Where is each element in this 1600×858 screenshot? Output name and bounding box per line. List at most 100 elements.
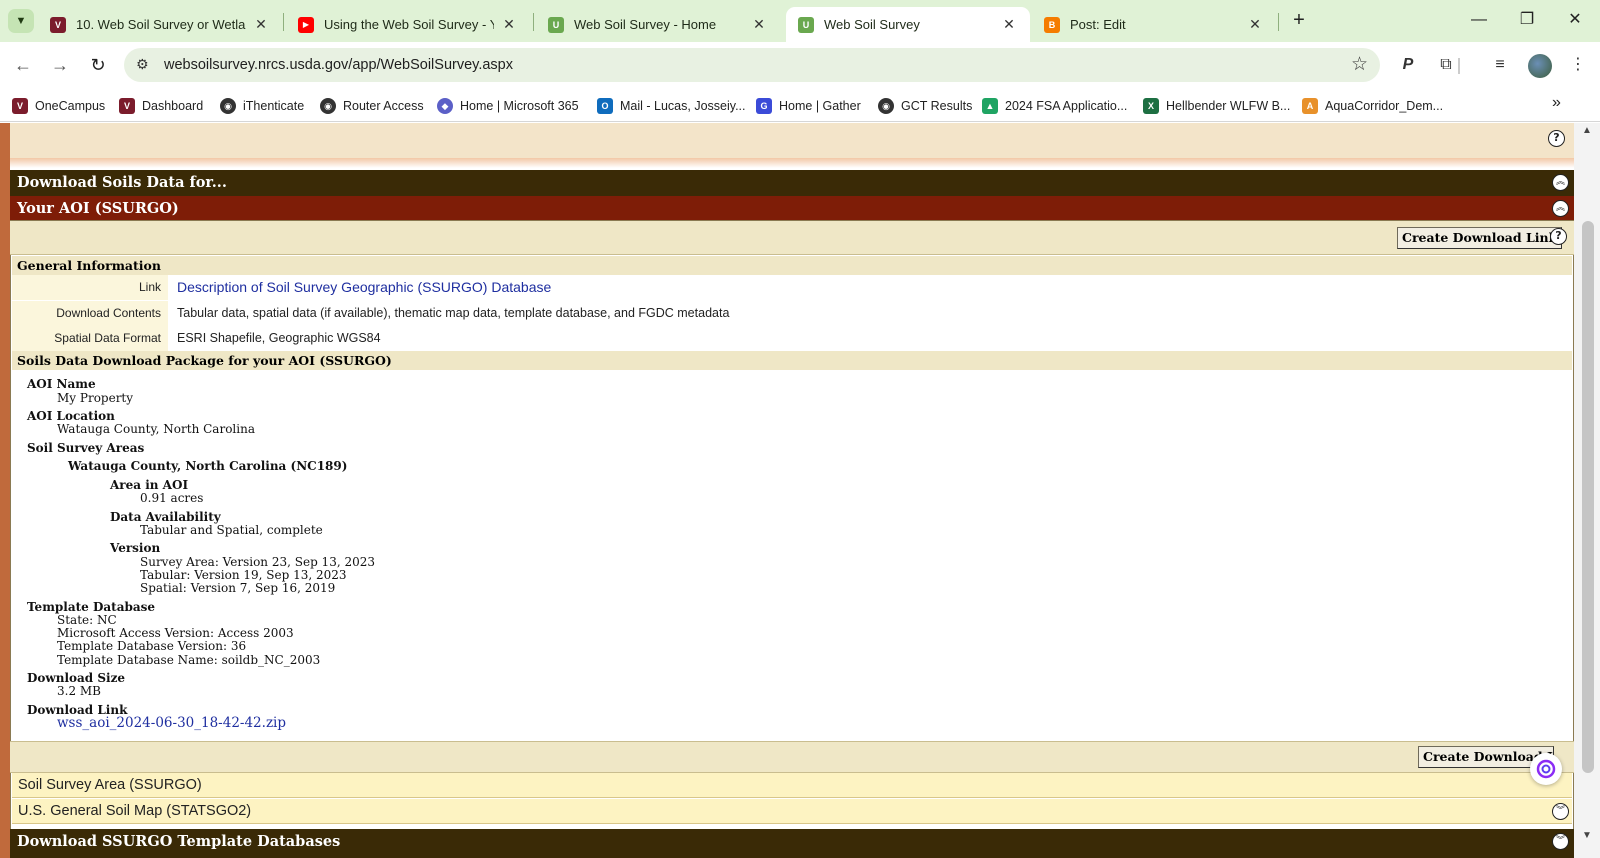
url-text[interactable]: websoilsurvey.nrcs.usda.gov/app/WebSoilS… [164, 57, 513, 73]
bookmark-onecampus[interactable]: V OneCampus [12, 96, 105, 116]
download-package-title: Soils Data Download Package for your AOI… [12, 351, 1572, 370]
scroll-up-arrow-icon[interactable]: ▲ [1582, 125, 1592, 136]
help-icon[interactable]: ? [1550, 228, 1567, 245]
bookmark-star-icon[interactable]: ☆ [1351, 53, 1368, 76]
bookmark-gather[interactable]: G Home | Gather [756, 96, 861, 116]
data-availability-value: Tabular and Spatial, complete [140, 523, 323, 537]
ai-assistant-icon[interactable] [1530, 753, 1562, 785]
back-button[interactable]: ← [10, 53, 36, 79]
bookmark-dashboard[interactable]: V Dashboard [119, 96, 203, 116]
bookmark-label: Dashboard [142, 99, 204, 113]
template-db-version: Template Database Version: 36 [57, 639, 247, 653]
aoi-name-value: My Property [57, 391, 134, 405]
bookmarks-bar: V OneCampus V Dashboard ◉ iThenticate ◉ Rout… [0, 88, 1600, 122]
template-state: State: NC [57, 613, 117, 627]
version-label: Version [110, 541, 161, 555]
reload-button[interactable]: ↻ [85, 53, 111, 79]
aoi-location-value: Watauga County, North Carolina [57, 422, 255, 436]
outlook-icon: O [597, 98, 613, 114]
template-database-label: Template Database [27, 600, 156, 614]
bookmark-label: iThenticate [243, 99, 305, 113]
profile-avatar[interactable] [1528, 54, 1552, 78]
vt-icon: V [12, 98, 28, 114]
info-row-format: Spatial Data Format ESRI Shapefile, Geog… [12, 326, 1572, 351]
info-label: Download Contents [12, 301, 168, 326]
minimize-button[interactable]: — [1456, 0, 1502, 42]
bookmark-microsoft-365[interactable]: ◆ Home | Microsoft 365 [437, 96, 579, 116]
tab-web-soil-survey-home[interactable]: U Web Soil Survey - Home ✕ [536, 7, 780, 42]
collapse-chevron-icon[interactable]: ︽ [1552, 200, 1569, 217]
bookmark-label: Mail - Lucas, Josseiy... [620, 99, 746, 113]
scrollbar-thumb[interactable] [1582, 221, 1594, 773]
more-menu-icon[interactable]: ⋮ [1566, 54, 1590, 78]
general-soil-map-statsgo2-section[interactable]: U.S. General Soil Map (STATSGO2) [12, 799, 1572, 824]
soil-survey-area-ssurgo-section[interactable]: Soil Survey Area (SSURGO) [12, 773, 1572, 798]
bookmark-hellbender[interactable]: X Hellbender WLFW B... [1143, 96, 1290, 116]
aoi-name-label: AOI Name [27, 377, 96, 391]
tab-post-edit[interactable]: B Post: Edit ✕ [1032, 7, 1276, 42]
version-survey-area: Survey Area: Version 23, Sep 13, 2023 [140, 555, 375, 569]
tab-title: Post: Edit [1070, 17, 1126, 32]
excel-icon: X [1143, 98, 1159, 114]
close-icon[interactable]: ✕ [750, 16, 768, 33]
bookmark-label: AquaCorridor_Dem... [1325, 99, 1444, 113]
chevron-down-icon: ▼ [15, 15, 27, 27]
tab-title: Web Soil Survey - Home [574, 17, 717, 32]
tab-title: Web Soil Survey [824, 17, 920, 32]
download-button-bar-bottom [10, 741, 1574, 773]
create-download-link-button[interactable]: Create Download Link [1397, 227, 1563, 249]
new-tab-button[interactable]: + [1286, 9, 1312, 33]
collapse-chevron-icon[interactable]: ︾ [1552, 833, 1569, 850]
bookmark-mail[interactable]: O Mail - Lucas, Josseiy... [597, 96, 746, 116]
section-title: Download SSURGO Template Databases [17, 833, 341, 850]
forward-button[interactable]: → [47, 53, 73, 79]
restore-button[interactable]: ❐ [1504, 0, 1550, 42]
tab-separator [283, 13, 284, 31]
close-icon[interactable]: ✕ [1246, 16, 1264, 33]
download-size-value: 3.2 MB [57, 684, 102, 698]
close-icon[interactable]: ✕ [252, 16, 270, 33]
tab-using-web-soil-survey[interactable]: ▶ Using the Web Soil Survey - You ✕ [286, 7, 530, 42]
close-window-button[interactable]: ✕ [1552, 0, 1598, 42]
more-bookmarks-icon[interactable]: » [1552, 94, 1561, 112]
help-icon[interactable]: ? [1548, 130, 1565, 147]
microsoft-365-icon: ◆ [437, 98, 453, 114]
bookmark-ithenticate[interactable]: ◉ iThenticate [220, 96, 304, 116]
site-settings-icon[interactable]: ⚙ [136, 56, 149, 73]
bookmark-router-access[interactable]: ◉ Router Access [320, 96, 424, 116]
download-template-databases-header[interactable]: Download SSURGO Template Databases [10, 829, 1574, 858]
expand-chevron-icon[interactable]: ︾ [1552, 803, 1569, 820]
download-size-label: Download Size [27, 671, 126, 685]
youtube-icon: ▶ [298, 16, 314, 33]
scroll-down-arrow-icon[interactable]: ▼ [1582, 830, 1592, 841]
download-soils-data-header[interactable]: Download Soils Data for... [10, 170, 1574, 196]
collapse-chevron-icon[interactable]: ︽ [1552, 174, 1569, 191]
aoi-location-label: AOI Location [27, 409, 115, 423]
toolbar-divider [1458, 58, 1460, 74]
bookmark-aquacorridor[interactable]: A AquaCorridor_Dem... [1302, 96, 1443, 116]
tab-web-soil-survey-wetland[interactable]: V 10. Web Soil Survey or Wetland ✕ [38, 7, 282, 42]
info-row-contents: Download Contents Tabular data, spatial … [12, 301, 1572, 326]
ssurgo-description-link[interactable]: Description of Soil Survey Geographic (S… [177, 275, 551, 300]
extensions-puzzle-icon[interactable]: ⧉ [1434, 54, 1458, 78]
tab-search-button[interactable]: ▼ [8, 9, 34, 33]
close-icon[interactable]: ✕ [500, 16, 518, 33]
bookmark-gct-results[interactable]: ◉ GCT Results [878, 96, 972, 116]
arcgis-icon: A [1302, 98, 1318, 114]
address-bar[interactable]: ⚙ websoilsurvey.nrcs.usda.gov/app/WebSoi… [124, 48, 1380, 82]
media-controls-icon[interactable]: ≡ [1488, 54, 1512, 78]
section-title: Your AOI (SSURGO) [17, 200, 179, 217]
restore-icon: ❐ [1519, 11, 1535, 28]
your-aoi-header[interactable]: Your AOI (SSURGO) [10, 196, 1574, 222]
area-in-aoi-label: Area in AOI [110, 478, 189, 492]
pinterest-extension-icon[interactable]: P [1396, 54, 1420, 78]
tab-web-soil-survey-active[interactable]: U Web Soil Survey ✕ [786, 7, 1030, 42]
close-icon[interactable]: ✕ [1000, 16, 1018, 33]
arrow-left-icon: ← [14, 55, 32, 75]
download-zip-link[interactable]: wss_aoi_2024-06-30_18-42-42.zip [57, 715, 286, 731]
tab-title: 10. Web Soil Survey or Wetland [76, 17, 246, 32]
bookmark-fsa-application[interactable]: ▲ 2024 FSA Applicatio... [982, 96, 1127, 116]
data-availability-label: Data Availability [110, 510, 221, 524]
area-in-aoi-value: 0.91 acres [140, 491, 204, 505]
browser-toolbar: ← → ↻ ⚙ websoilsurvey.nrcs.usda.gov/app/… [0, 42, 1600, 88]
